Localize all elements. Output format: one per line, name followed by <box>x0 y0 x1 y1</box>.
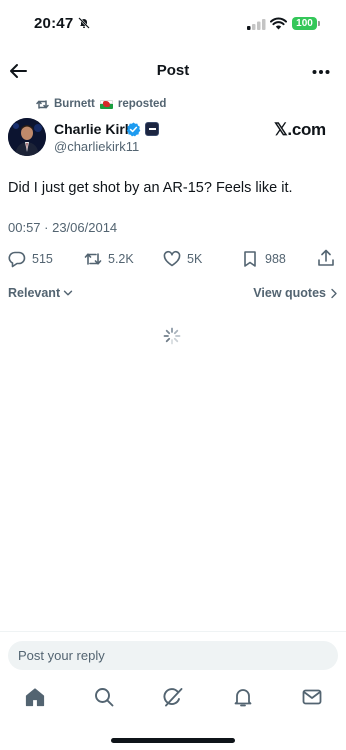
avatar-image <box>8 118 46 156</box>
repost-action-label: reposted <box>117 98 167 110</box>
page-title: Post <box>156 62 190 79</box>
wifi-icon <box>270 17 287 30</box>
reply-input[interactable]: Post your reply <box>8 641 338 670</box>
post-header: Post <box>0 52 346 92</box>
bookmark-count: 988 <box>265 252 286 266</box>
verified-badge-icon[interactable] <box>126 122 141 137</box>
loading-spinner-icon <box>163 327 181 345</box>
search-icon[interactable] <box>93 686 115 708</box>
like-button[interactable]: 5K <box>163 248 202 270</box>
reply-icon <box>8 251 26 268</box>
bottom-tab-bar <box>0 684 346 714</box>
view-quotes-link[interactable]: View quotes <box>253 286 338 300</box>
reply-count: 515 <box>32 252 53 266</box>
home-indicator[interactable] <box>111 738 235 743</box>
bell-off-icon <box>78 17 90 29</box>
repost-context[interactable]: Burnett reposted <box>36 96 166 112</box>
sort-relevant-dropdown[interactable]: Relevant <box>8 286 73 300</box>
repost-icon <box>36 99 49 109</box>
share-icon[interactable] <box>317 249 335 267</box>
post-actions: 515 5.2K 5K 988 <box>0 248 346 270</box>
reply-button[interactable]: 515 <box>8 248 53 270</box>
heart-icon <box>163 250 181 267</box>
reply-placeholder: Post your reply <box>18 648 105 663</box>
affiliate-badge-icon[interactable] <box>145 122 159 136</box>
repost-icon <box>84 253 102 265</box>
author-name[interactable]: Charlie Kirk <box>54 121 133 137</box>
view-quotes-label: View quotes <box>253 286 326 300</box>
status-bar: 20:47 100 <box>0 0 346 46</box>
chevron-down-icon <box>63 290 73 296</box>
chevron-right-icon <box>331 288 337 298</box>
status-time: 20:47 <box>34 15 74 32</box>
battery-cap <box>318 21 320 26</box>
sort-label: Relevant <box>8 286 61 300</box>
wales-flag-icon <box>99 99 113 109</box>
replies-sort-bar: Relevant View quotes <box>8 286 338 306</box>
signal-icon <box>247 19 266 30</box>
battery-indicator: 100 <box>292 17 317 30</box>
more-options-icon[interactable] <box>311 62 331 82</box>
reposter-name: Burnett <box>54 98 95 110</box>
repost-count: 5.2K <box>108 252 134 266</box>
avatar[interactable] <box>8 118 46 156</box>
bookmark-icon <box>244 251 256 267</box>
messages-icon[interactable] <box>301 686 323 708</box>
grok-icon[interactable] <box>162 686 184 708</box>
author-handle[interactable]: @charliekirk11 <box>54 139 139 154</box>
x-watermark: 𝕏.com <box>274 120 326 139</box>
notifications-icon[interactable] <box>232 686 254 708</box>
post-text: Did I just get shot by an AR-15? Feels l… <box>8 180 293 196</box>
bookmark-button[interactable]: 988 <box>241 248 286 270</box>
home-icon[interactable] <box>24 686 46 708</box>
like-count: 5K <box>187 252 203 266</box>
post-timestamp: 00:57 · 23/06/2014 <box>8 220 118 235</box>
repost-button[interactable]: 5.2K <box>84 248 134 270</box>
divider <box>0 631 346 632</box>
